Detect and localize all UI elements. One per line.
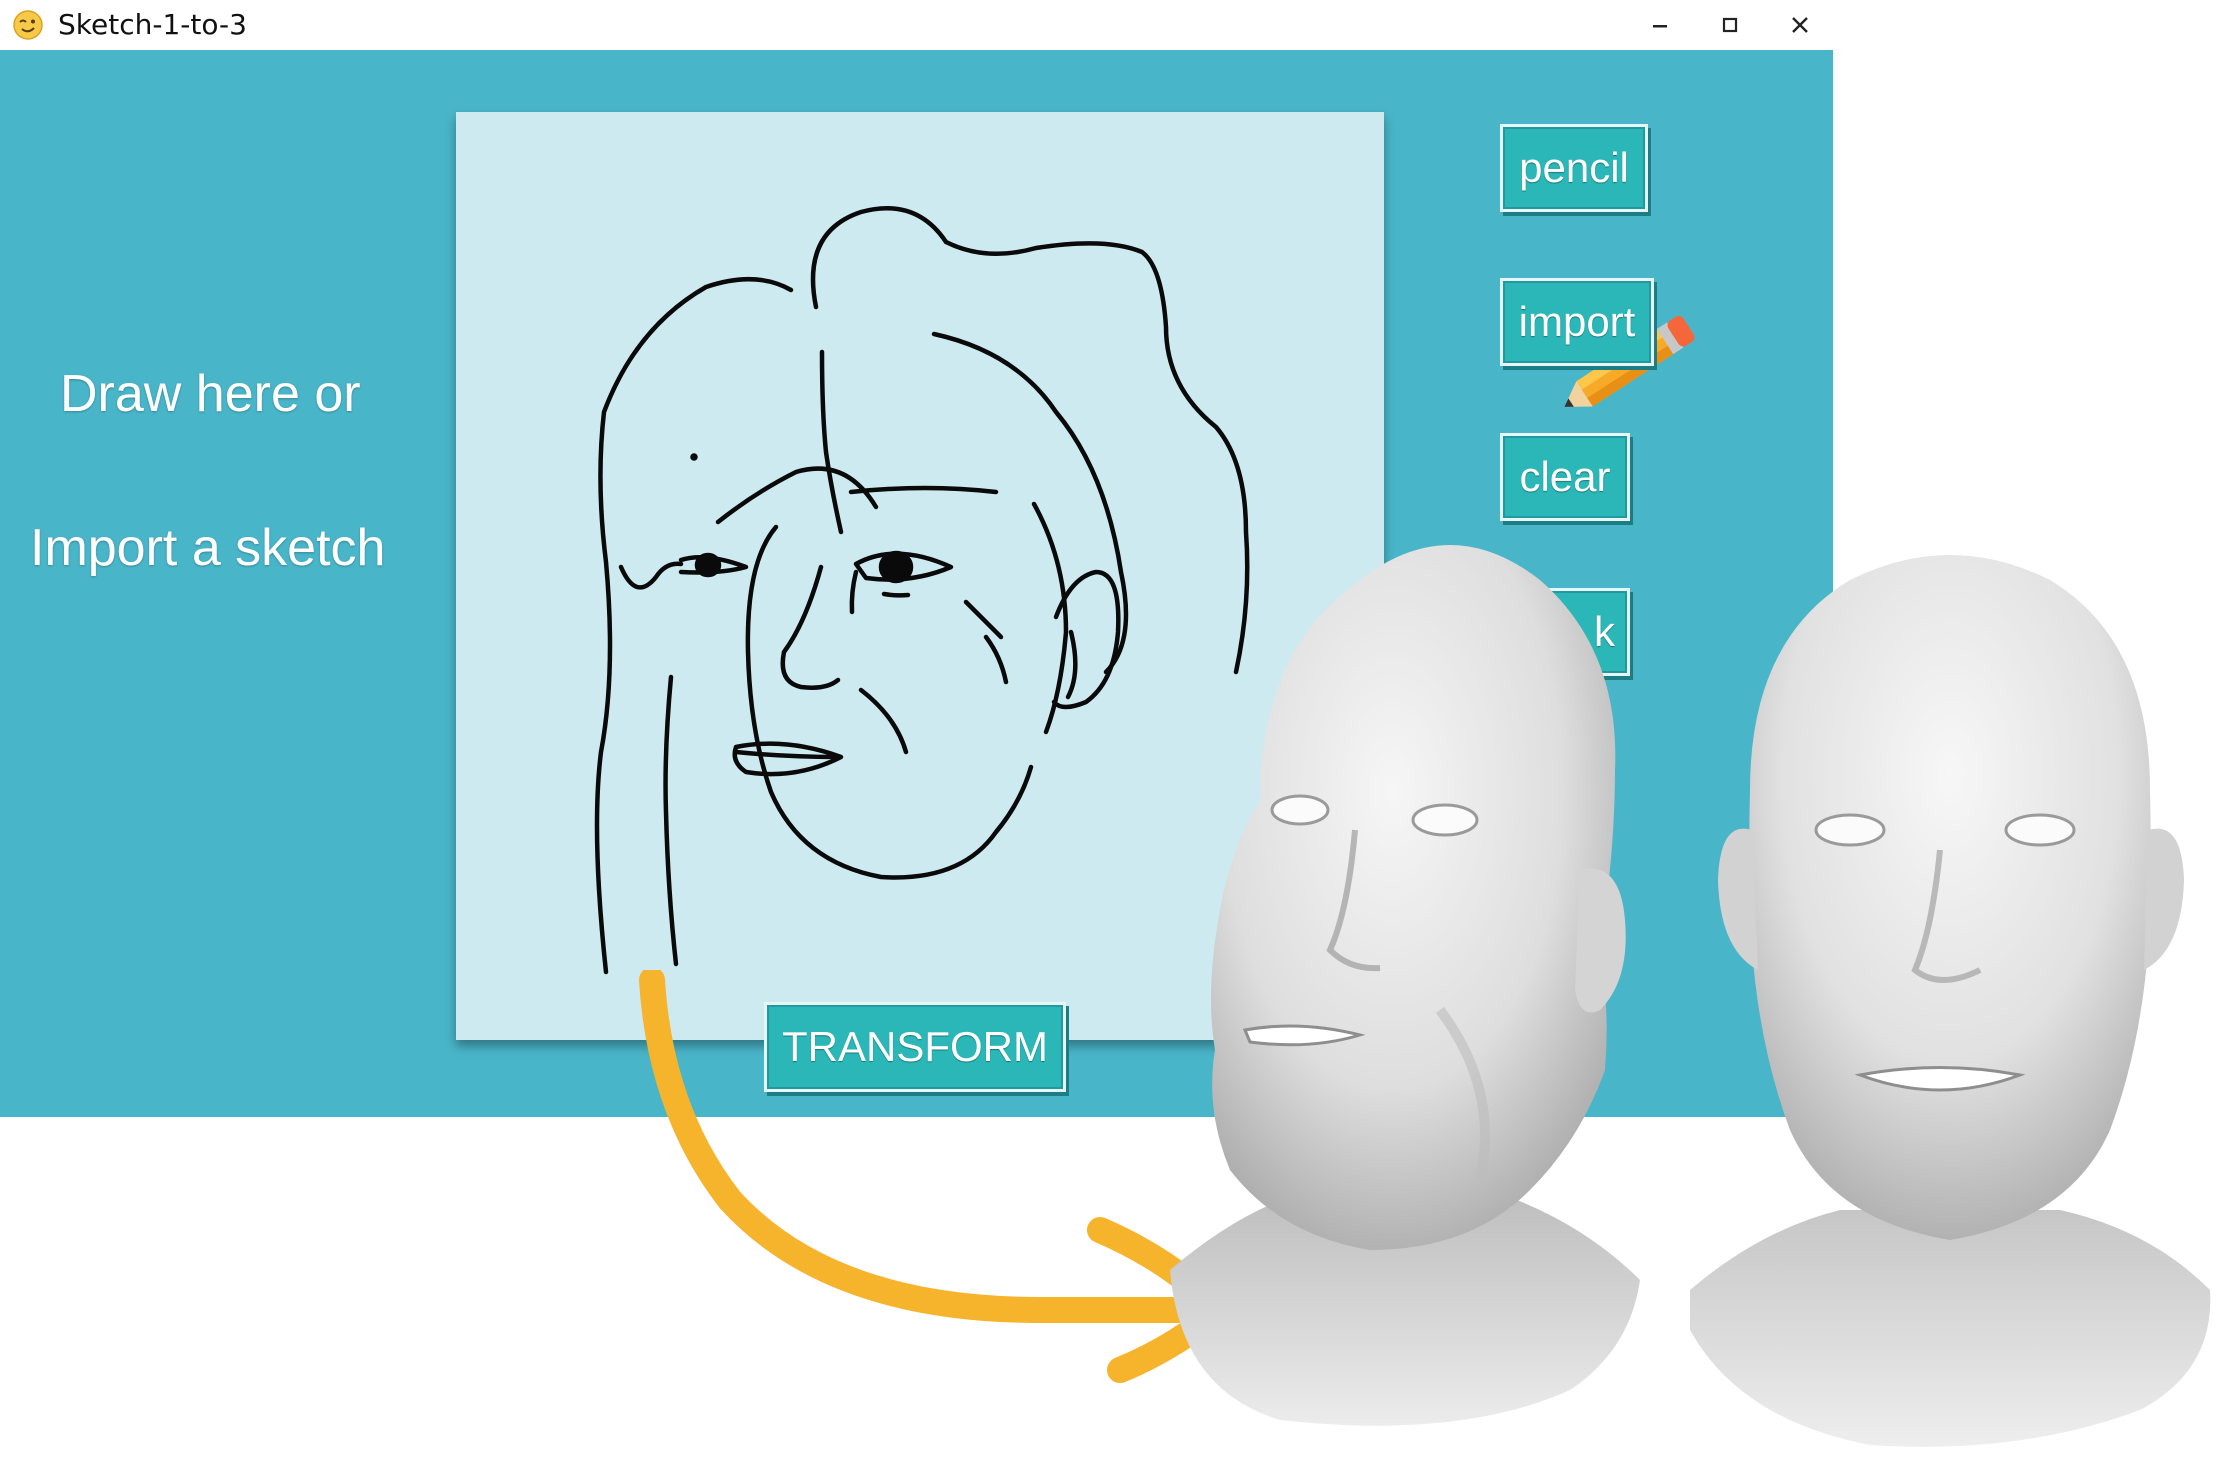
import-button[interactable]: import — [1500, 278, 1654, 366]
minimize-icon — [1653, 25, 1667, 28]
pencil-button[interactable]: pencil — [1500, 124, 1648, 212]
screen: Sketch-1-to-3 Draw here or Import a sket… — [0, 0, 2227, 1461]
minimize-button[interactable] — [1630, 4, 1690, 46]
app-window: Draw here or Import a sketch pencil impo… — [0, 50, 1833, 1117]
winking-face-icon — [13, 10, 43, 40]
close-icon — [1792, 17, 1808, 33]
close-button[interactable] — [1770, 4, 1830, 46]
maximize-button[interactable] — [1700, 4, 1760, 46]
window-title: Sketch-1-to-3 — [58, 8, 247, 41]
partially-hidden-button-label: k — [1594, 608, 1615, 655]
face-sketch — [594, 206, 1250, 975]
partially-hidden-button[interactable]: k — [1500, 588, 1630, 676]
instruction-line-1: Draw here or — [60, 365, 361, 423]
maximize-icon — [1722, 17, 1738, 33]
instruction-line-2: Import a sketch — [30, 519, 386, 577]
drawing-canvas[interactable] — [456, 112, 1695, 1040]
transform-button[interactable]: TRANSFORM — [764, 1002, 1066, 1092]
clear-button[interactable]: clear — [1500, 433, 1630, 521]
title-bar: Sketch-1-to-3 — [0, 0, 1833, 50]
